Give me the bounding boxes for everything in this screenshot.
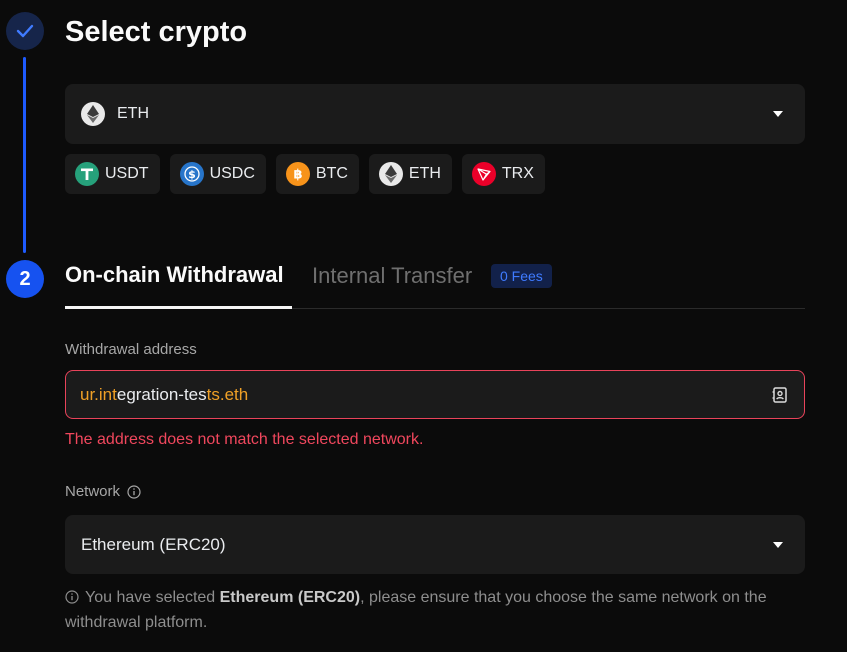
address-match-part: ur.int [80,384,117,404]
address-value: ur.integration-tests.eth [80,385,248,405]
bitcoin-icon: ฿ [285,162,310,186]
ethereum-icon [378,162,403,186]
check-icon [16,24,34,38]
step-two-indicator: 2 [6,260,44,298]
network-select[interactable]: Ethereum (ERC20) [65,515,805,574]
quick-coin-list: USDT $ USDC ฿ BTC ETH TRX [65,154,545,194]
coin-chip-label: BTC [315,165,348,182]
notice-network-name: Ethereum (ERC20) [219,589,361,606]
network-label-row: Network [65,483,141,500]
ethereum-icon [81,102,105,126]
address-plain-part: egration-tes [116,384,207,404]
crypto-select[interactable]: ETH [65,84,805,144]
coin-chip-trx[interactable]: TRX [461,154,545,194]
page-title: Select crypto [65,16,248,48]
step-one-indicator [6,12,44,50]
coin-chip-usdt[interactable]: USDT [65,154,160,194]
withdraw-tabs: On-chain Withdrawal Internal Transfer 0 … [65,256,805,309]
notice-text: You have selected [85,589,220,606]
tab-internal-transfer[interactable]: Internal Transfer [312,263,472,289]
active-tab-indicator [65,306,292,309]
network-select-value: Ethereum (ERC20) [81,534,226,554]
coin-chip-label: USDT [105,165,149,182]
coin-chip-usdc[interactable]: $ USDC [169,154,266,194]
info-icon[interactable] [127,484,141,499]
tether-icon [75,162,99,186]
network-label: Network [65,483,121,500]
coin-chip-label: ETH [408,165,441,182]
svg-text:฿: ฿ [293,168,302,183]
fees-badge: 0 Fees [491,264,552,288]
coin-chip-label: TRX [501,165,534,182]
tron-icon [471,162,496,186]
coin-chip-label: USDC [209,165,255,182]
withdrawal-address-label: Withdrawal address [65,341,197,358]
coin-chip-eth[interactable]: ETH [368,154,452,194]
crypto-select-value: ETH [117,105,149,122]
usdc-icon: $ [179,162,204,186]
address-error-message: The address does not match the selected … [65,431,424,448]
svg-text:$: $ [188,168,196,181]
withdrawal-address-input[interactable]: ur.integration-tests.eth [65,370,805,419]
chevron-down-icon [773,541,783,548]
tab-on-chain-withdrawal[interactable]: On-chain Withdrawal [65,262,284,288]
info-icon [65,590,79,604]
stepper-line [23,57,26,253]
coin-chip-btc[interactable]: ฿ BTC [275,154,359,194]
address-match-part: ts.eth [206,384,249,404]
chevron-down-icon [773,111,783,117]
network-notice: You have selected Ethereum (ERC20), plea… [65,585,805,635]
address-book-icon[interactable] [770,385,790,405]
